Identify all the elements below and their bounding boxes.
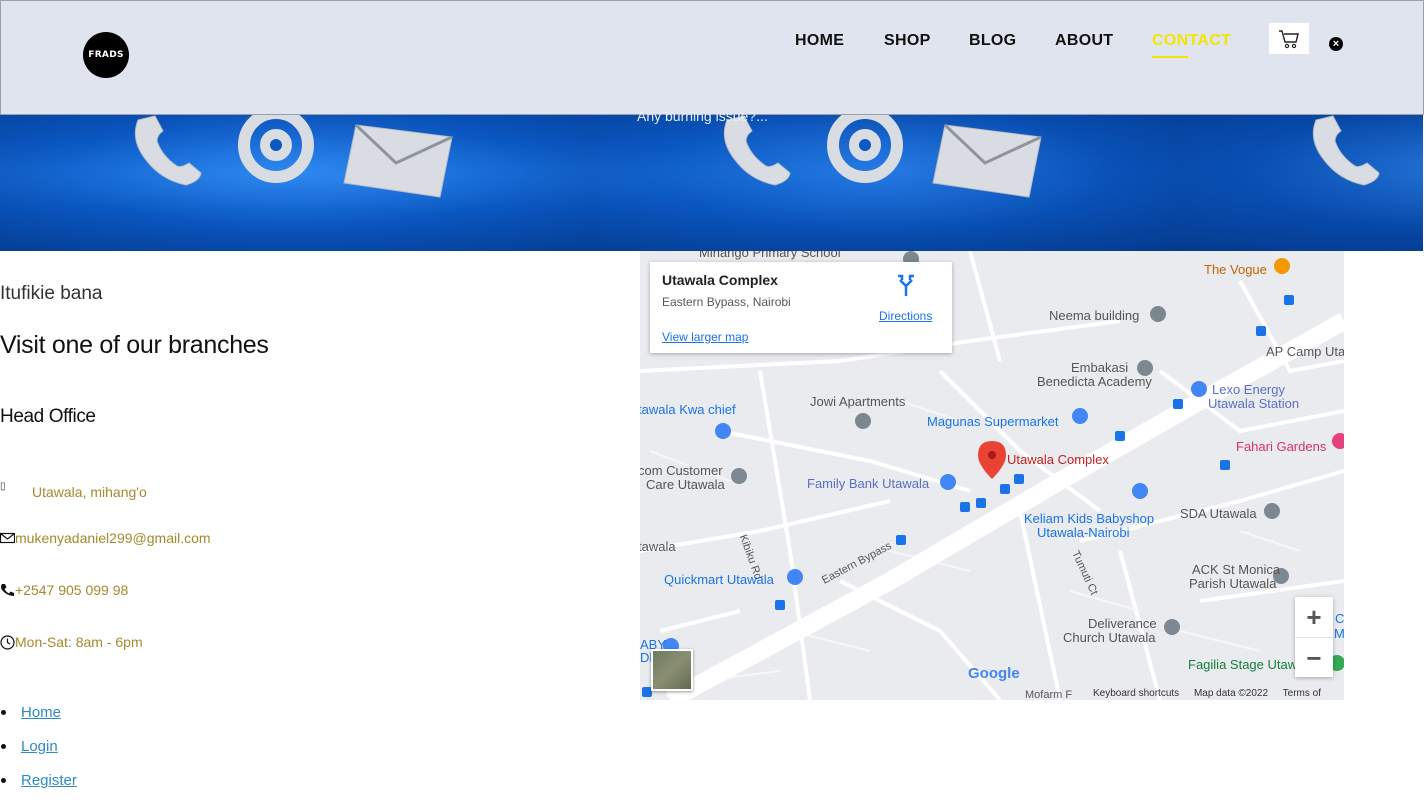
contact-title: Visit one of our branches (0, 331, 269, 359)
map-label: AP Camp Uta (1266, 344, 1344, 359)
satellite-toggle[interactable] (651, 649, 693, 691)
map-label: Quickmart Utawala (664, 572, 774, 587)
hours-text: Mon-Sat: 8am - 6pm (15, 634, 143, 650)
email-text[interactable]: mukenyadaniel299@gmail.com (15, 530, 211, 546)
map-data-text: Map data ©2022 (1193, 688, 1269, 699)
bus-stop-icon (642, 295, 1294, 697)
nav-contact[interactable]: CONTACT (1152, 32, 1231, 50)
clock-icon (0, 634, 15, 650)
map-label: Fahari Gardens (1236, 439, 1327, 454)
envelope-icon (932, 123, 1042, 198)
map-info-card: Utawala Complex Eastern Bypass, Nairobi … (650, 262, 952, 353)
phone-icon (1, 583, 14, 596)
phone-text[interactable]: +2547 905 099 98 (15, 582, 128, 598)
location-icon: ▯ (0, 480, 6, 492)
email-row: mukenyadaniel299@gmail.com (0, 530, 211, 546)
map-label: ACK St Monica (1192, 562, 1281, 577)
address-text: Utawala, mihang'o (32, 484, 147, 500)
map-label: Benedicta Academy (1037, 374, 1152, 389)
keyboard-shortcuts-link[interactable]: Keyboard shortcuts (1093, 688, 1179, 699)
envelope-icon (0, 532, 15, 543)
google-map[interactable]: Utawala Complex Eastern Bypass, Nairobi … (640, 251, 1344, 700)
directions-link[interactable]: Directions (879, 309, 932, 323)
map-label: Utawala Station (1208, 396, 1300, 411)
poi-icon (1274, 258, 1290, 274)
at-icon (238, 115, 314, 183)
map-label: Jowi Apartments (810, 394, 906, 409)
place-address: Eastern Bypass, Nairobi (662, 295, 791, 309)
link-login[interactable]: Login (21, 738, 58, 755)
map-label: Utawala Complex (1007, 452, 1109, 467)
map-label: Keliam Kids Babyshop (1024, 511, 1155, 526)
phone-icon (134, 115, 202, 186)
zoom-out-button[interactable]: − (1295, 638, 1333, 678)
map-footer: Keyboard shortcuts Map data ©2022 Terms … (1093, 688, 1344, 700)
map-label: C (1335, 611, 1344, 626)
google-logo-text: Google (968, 665, 1020, 682)
google-logo: Google (968, 665, 1020, 682)
address-row: ▯ Utawala, mihang'o (0, 476, 147, 501)
close-icon[interactable]: × (1329, 37, 1343, 51)
map-label: com Customer (640, 463, 723, 478)
map-label: tawala Kwa chief (640, 402, 736, 417)
zoom-controls: + − (1295, 597, 1333, 677)
map-label: Magunas Supermarket (927, 414, 1059, 429)
map-label: Embakasi (1071, 360, 1129, 375)
map-label: Fagilia Stage Utaw (1188, 657, 1298, 672)
place-title: Utawala Complex (662, 272, 778, 288)
map-label: Family Bank Utawala (807, 476, 930, 491)
phone-icon (723, 115, 791, 186)
view-larger-map-link[interactable]: View larger map (662, 330, 748, 344)
map-label: Parish Utawala (1189, 576, 1277, 591)
zoom-in-button[interactable]: + (1295, 597, 1333, 638)
phone-row: +2547 905 099 98 (0, 582, 128, 598)
map-label: tawala (640, 539, 676, 554)
hours-row: Mon-Sat: 8am - 6pm (0, 634, 143, 650)
nav-active-underline (1152, 56, 1188, 58)
at-icon (827, 115, 903, 183)
nav-about[interactable]: ABOUT (1055, 32, 1113, 50)
poi-icon (1332, 433, 1344, 449)
cart-button[interactable] (1269, 23, 1309, 54)
contact-banner (0, 115, 1423, 251)
nav-shop[interactable]: SHOP (884, 32, 931, 50)
map-label: Ma (1334, 626, 1344, 641)
map-label: Lexo Energy (1212, 382, 1285, 397)
banner-text: Any burning issue?... (637, 108, 768, 124)
site-logo[interactable]: FRADS (83, 32, 129, 78)
map-label: The Vogue (1204, 262, 1267, 277)
map-pin-icon (978, 441, 1006, 479)
directions-icon[interactable] (896, 274, 916, 296)
envelope-icon (343, 123, 453, 198)
nav-blog[interactable]: BLOG (969, 32, 1016, 50)
office-heading: Head Office (0, 406, 96, 427)
link-home[interactable]: Home (21, 704, 61, 721)
map-label: Mihango Primary School (699, 251, 841, 260)
phone-icon (1312, 115, 1380, 186)
logo-text: FRADS (88, 50, 124, 60)
site-header: FRADS HOME SHOP BLOG ABOUT CONTACT × (0, 0, 1424, 115)
map-label: Deliverance (1088, 616, 1157, 631)
map-label: Church Utawala (1063, 630, 1156, 645)
map-label: Neema building (1049, 308, 1140, 323)
contact-lead: Itufikie bana (0, 283, 103, 304)
banner-icons (134, 115, 1380, 198)
nav-home[interactable]: HOME (795, 32, 844, 50)
link-register[interactable]: Register (21, 772, 77, 789)
map-label: Mofarm F (1025, 689, 1073, 700)
map-label: Utawala-Nairobi (1037, 525, 1130, 540)
map-label: Care Utawala (646, 477, 725, 492)
map-label: SDA Utawala (1180, 506, 1257, 521)
cart-icon (1279, 29, 1299, 48)
